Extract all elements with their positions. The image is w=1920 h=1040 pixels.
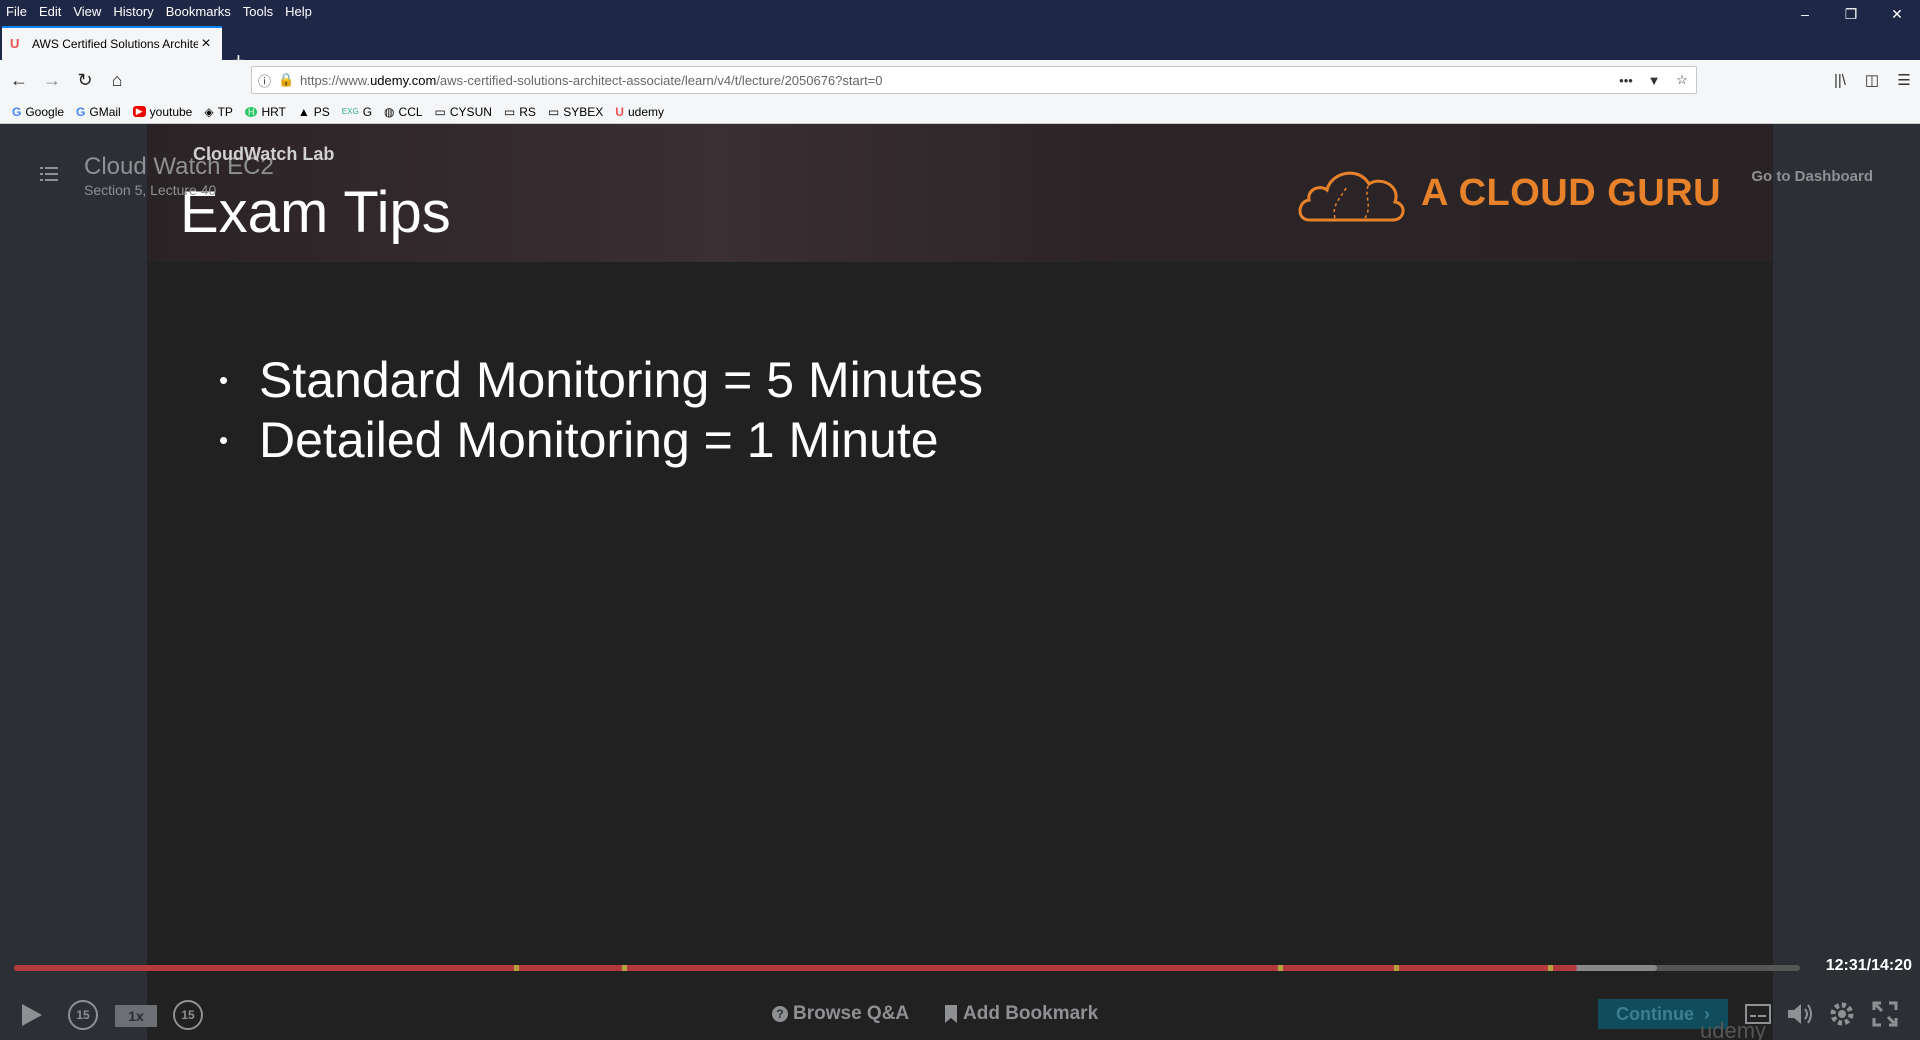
google-icon: G xyxy=(12,104,22,119)
progress-bar[interactable] xyxy=(14,965,1800,971)
slide-bullet: • Standard Monitoring = 5 Minutes xyxy=(219,352,984,408)
bookmark-hrt[interactable]: H HRT xyxy=(244,105,286,119)
ccl-icon: ◍ xyxy=(384,104,395,119)
folder-icon: ▭ xyxy=(434,104,446,119)
sidebar-icon[interactable]: ◫ xyxy=(1856,66,1888,94)
bookmark-rs[interactable]: ▭ RS xyxy=(504,105,536,119)
question-icon: ? xyxy=(772,1006,788,1022)
bookmark-tp[interactable]: ◈ TP xyxy=(204,105,233,119)
lecture-subtitle: Section 5, Lecture 40 xyxy=(84,182,217,198)
back-arrow-icon[interactable]: ← xyxy=(5,66,33,94)
menu-help[interactable]: Help xyxy=(285,4,312,19)
bookmark-cysun[interactable]: ▭ CYSUN xyxy=(435,105,492,119)
bullet-dot-icon: • xyxy=(219,424,229,455)
course-menu-icon[interactable] xyxy=(40,166,58,182)
udemy-icon: U xyxy=(615,104,624,119)
bookmark-icon xyxy=(945,1005,957,1023)
bookmark-marker[interactable] xyxy=(1394,965,1399,971)
bookmark-sybex[interactable]: ▭ SYBEX xyxy=(548,105,603,119)
url-bar[interactable]: ⓘ 🔒 https://www.udemy.com/aws-certified-… xyxy=(251,66,1697,94)
youtube-icon: ▶ xyxy=(132,106,146,117)
lock-icon[interactable]: 🔒 xyxy=(278,72,296,88)
timecode: 12:31/14:20 xyxy=(1825,957,1912,974)
tab-active[interactable]: U AWS Certified Solutions Archite × xyxy=(2,26,222,60)
forward-arrow-icon[interactable]: → xyxy=(38,66,66,94)
home-icon[interactable]: ⌂ xyxy=(103,66,131,94)
play-icon[interactable] xyxy=(20,1002,44,1028)
browse-qa-button[interactable]: ? Browse Q&A xyxy=(772,1003,909,1025)
bookmark-marker[interactable] xyxy=(622,965,627,971)
slide-tag: CloudWatch Lab xyxy=(193,144,335,164)
captions-icon[interactable] xyxy=(1745,1004,1771,1024)
bookmark-google[interactable]: G Google xyxy=(12,105,64,119)
hackerrank-icon: H xyxy=(244,106,258,117)
bookmark-marker[interactable] xyxy=(1278,965,1283,971)
bookmark-g[interactable]: EXG G xyxy=(342,105,372,119)
url-text[interactable]: https://www.udemy.com/aws-certified-solu… xyxy=(296,73,1612,88)
bookmark-youtube[interactable]: ▶ youtube xyxy=(132,105,192,119)
slide-bullet: • Detailed Monitoring = 1 Minute xyxy=(219,412,939,468)
settings-gear-icon[interactable] xyxy=(1829,1001,1855,1027)
bookmarks-bar: G Google G GMail ▶ youtube ◈ TP H HRT ▲ PS EXG… xyxy=(0,100,1920,124)
bullet-dot-icon: • xyxy=(219,364,229,395)
tab-close-icon[interactable]: × xyxy=(198,35,214,53)
menu-history[interactable]: History xyxy=(113,4,153,19)
menu-tools[interactable]: Tools xyxy=(243,4,273,19)
bookmark-ccl[interactable]: ◍ CCL xyxy=(384,105,423,119)
player-right-margin xyxy=(1773,124,1920,1040)
bookmark-udemy[interactable]: Uudemy xyxy=(615,105,664,119)
progress-watched xyxy=(14,965,1577,971)
go-to-dashboard-link[interactable]: Go to Dashboard xyxy=(1751,168,1873,185)
google-icon: G xyxy=(76,104,86,119)
fullscreen-icon[interactable] xyxy=(1872,1001,1898,1027)
folder-icon: ▭ xyxy=(547,104,560,119)
acloudguru-logo: A CLOUD GURU xyxy=(1295,160,1721,226)
bookmark-marker[interactable] xyxy=(1548,965,1553,971)
player-left-margin xyxy=(0,124,147,1040)
tab-title: AWS Certified Solutions Archite xyxy=(32,37,198,51)
video-slide: Exam Tips A CLOUD GURU • Standard Monitor… xyxy=(147,124,1773,1040)
playback-speed-button[interactable]: 1x xyxy=(115,1005,157,1027)
cloud-icon xyxy=(1298,171,1405,222)
forward-15-icon[interactable]: 15 xyxy=(173,1000,203,1030)
ps-icon: ▲ xyxy=(297,104,310,119)
star-icon[interactable]: ☆ xyxy=(1668,72,1696,88)
toolbar-right: ||\ ◫ ☰ xyxy=(1824,66,1920,94)
bookmark-ps[interactable]: ▲ PS xyxy=(298,105,330,119)
udemy-favicon-icon: U xyxy=(10,36,20,51)
page-actions-icon[interactable]: ••• xyxy=(1612,73,1640,88)
hamburger-menu-icon[interactable]: ☰ xyxy=(1888,66,1920,94)
menu-edit[interactable]: Edit xyxy=(39,4,61,19)
library-icon[interactable]: ||\ xyxy=(1824,66,1856,94)
menu-view[interactable]: View xyxy=(73,4,101,19)
bookmark-marker[interactable] xyxy=(514,965,519,971)
folder-icon: ▭ xyxy=(503,104,516,119)
menu-bookmarks[interactable]: Bookmarks xyxy=(166,4,231,19)
tab-strip: U AWS Certified Solutions Archite × + xyxy=(0,22,1920,73)
nav-bar: ← → ↻ ⌂ ⓘ 🔒 https://www.udemy.com/aws-ce… xyxy=(0,60,1920,100)
reload-icon[interactable]: ↻ xyxy=(71,66,99,94)
video-player[interactable]: Exam Tips A CLOUD GURU • Standard Monitor… xyxy=(0,124,1920,1040)
player-controls: 15 1x 15 ? Browse Q&A Add Bookmark Conti… xyxy=(0,988,1920,1040)
exg-icon: EXG xyxy=(341,107,359,116)
brand-text: A CLOUD GURU xyxy=(1421,171,1722,214)
add-bookmark-button[interactable]: Add Bookmark xyxy=(945,1003,1098,1025)
rewind-15-icon[interactable]: 15 xyxy=(68,1000,98,1030)
info-icon[interactable]: ⓘ xyxy=(258,71,278,90)
menu-bar: File Edit View History Bookmarks Tools H… xyxy=(0,0,1920,22)
tp-icon: ◈ xyxy=(204,104,214,119)
pocket-icon[interactable]: ▼ xyxy=(1640,73,1668,88)
bookmark-gmail[interactable]: G GMail xyxy=(76,105,121,119)
volume-icon[interactable] xyxy=(1786,1002,1814,1026)
slide-title: Exam Tips xyxy=(180,180,451,245)
slide-bullets: • Standard Monitoring = 5 Minutes • Detail… xyxy=(219,350,983,470)
menu-file[interactable]: File xyxy=(6,4,27,19)
